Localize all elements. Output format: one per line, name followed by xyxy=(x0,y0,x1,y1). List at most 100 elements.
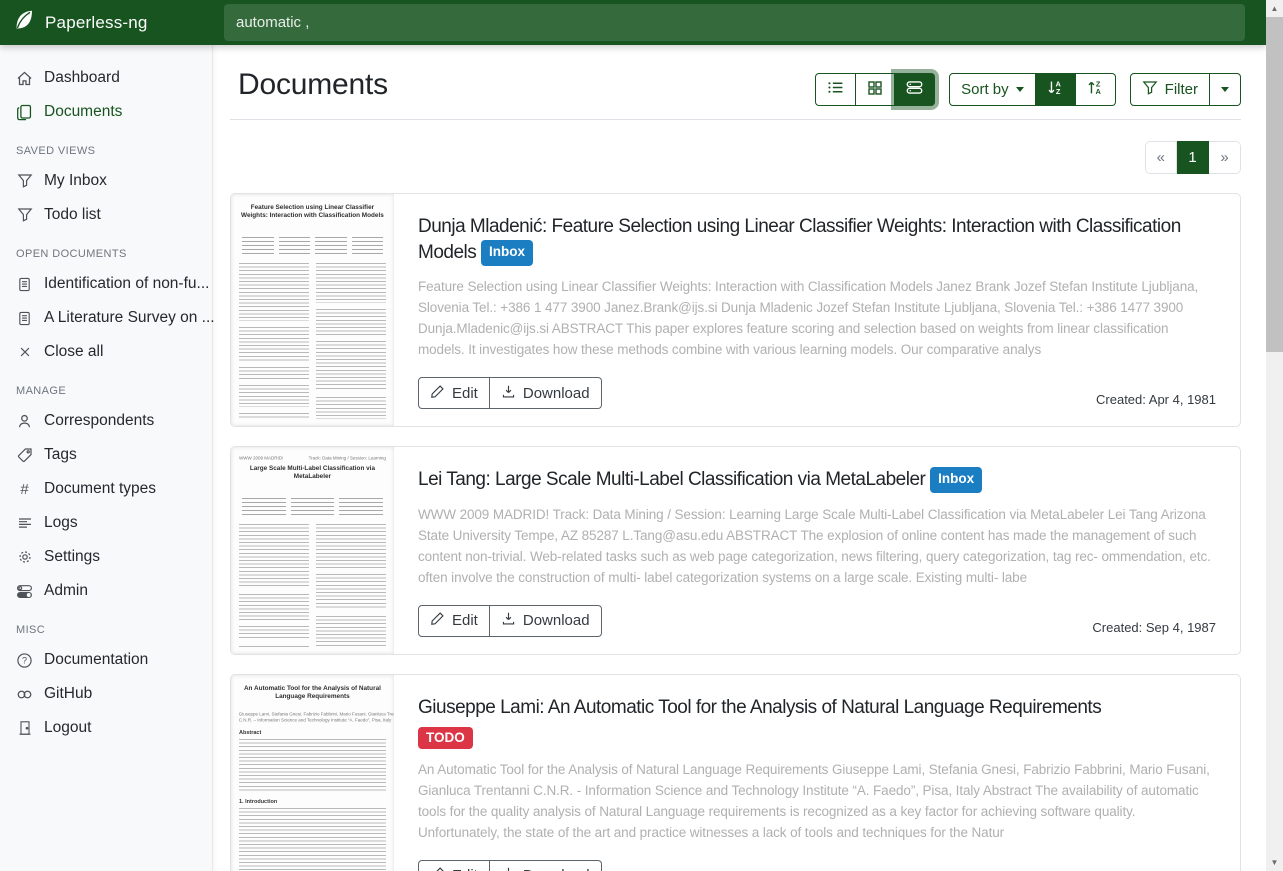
documents-icon xyxy=(16,104,33,121)
document-thumbnail[interactable]: An Automatic Tool for the Analysis of Na… xyxy=(231,675,394,871)
edit-button[interactable]: Edit xyxy=(418,377,490,409)
download-button[interactable]: Download xyxy=(490,605,602,637)
pencil-icon xyxy=(430,611,445,630)
sidebar-item-logs[interactable]: Logs xyxy=(0,506,212,540)
thumbnail-text-lines xyxy=(239,263,386,420)
house-icon xyxy=(16,70,33,87)
view-grid-button[interactable] xyxy=(856,73,895,106)
download-button[interactable]: Download xyxy=(490,377,602,409)
page-header: Documents Sort by xyxy=(230,68,1241,120)
link-icon xyxy=(16,686,33,703)
sidebar-item-admin[interactable]: Admin xyxy=(0,574,212,608)
sidebar-item-settings[interactable]: Settings xyxy=(0,540,212,574)
sidebar-item-label: Logout xyxy=(44,719,91,737)
funnel-icon xyxy=(1142,80,1158,100)
sidebar-item-documents[interactable]: Documents xyxy=(0,95,212,129)
document-excerpt: Feature Selection using Linear Classifie… xyxy=(418,276,1216,360)
thumbnail-header: WWW 2009 MADRID! Track: Data Mining / Se… xyxy=(239,456,386,462)
caret-down-icon xyxy=(1221,87,1229,92)
pagination-row: « 1 » xyxy=(230,141,1241,174)
sidebar-item-correspondents[interactable]: Correspondents xyxy=(0,404,212,438)
sidebar-item-documentation[interactable]: ? Documentation xyxy=(0,643,212,677)
view-details-button[interactable] xyxy=(895,73,935,106)
document-thumbnail[interactable]: WWW 2009 MADRID! Track: Data Mining / Se… xyxy=(231,447,394,653)
document-title[interactable]: Giuseppe Lami: An Automatic Tool for the… xyxy=(418,695,1216,721)
sidebar-item-open-document-2[interactable]: A Literature Survey on ... xyxy=(0,301,212,335)
documents-page: Documents Sort by xyxy=(213,45,1266,871)
sort-descending-button[interactable]: ZA xyxy=(1076,73,1116,106)
document-card-body: Lei Tang: Large Scale Multi-Label Classi… xyxy=(394,447,1240,653)
app-page: Paperless-ng Dashboard Documents SAVED V… xyxy=(0,0,1266,871)
sort-by-button[interactable]: Sort by xyxy=(949,73,1036,106)
pencil-icon xyxy=(430,866,445,871)
sidebar-item-dashboard[interactable]: Dashboard xyxy=(0,61,212,95)
sidebar-item-github[interactable]: GitHub xyxy=(0,677,212,711)
document-actions: Edit Download xyxy=(418,605,602,637)
tag-badge-inbox[interactable]: Inbox xyxy=(930,467,982,493)
filter-label: Filter xyxy=(1165,81,1198,98)
scrollbar-thumb[interactable] xyxy=(1266,17,1283,352)
sidebar-item-tags[interactable]: Tags xyxy=(0,438,212,472)
pagination-next[interactable]: » xyxy=(1209,141,1241,174)
edit-button[interactable]: Edit xyxy=(418,860,490,871)
scrollbar-down-arrow[interactable]: ▼ xyxy=(1266,854,1283,871)
sort-ascending-button[interactable]: AZ xyxy=(1036,73,1076,106)
sidebar-item-label: Documents xyxy=(44,103,122,121)
pagination-page-1[interactable]: 1 xyxy=(1177,141,1209,174)
document-title[interactable]: Dunja Mladenić: Feature Selection using … xyxy=(418,214,1216,266)
download-icon xyxy=(501,866,516,871)
document-title[interactable]: Lei Tang: Large Scale Multi-Label Classi… xyxy=(418,467,1216,493)
person-icon xyxy=(16,413,33,430)
sidebar-item-label: My Inbox xyxy=(44,172,107,190)
svg-text:?: ? xyxy=(22,655,27,665)
download-icon xyxy=(501,384,516,403)
document-excerpt: WWW 2009 MADRID! Track: Data Mining / Se… xyxy=(418,504,1216,588)
sidebar-item-logout[interactable]: Logout xyxy=(0,711,212,745)
grid-view-icon xyxy=(867,80,883,100)
brand-link[interactable]: Paperless-ng xyxy=(0,9,213,36)
sidebar-heading-misc: MISC xyxy=(0,608,212,643)
svg-text:A: A xyxy=(1095,87,1101,96)
document-actions: Edit Download xyxy=(418,377,602,409)
caret-down-icon xyxy=(1016,87,1024,92)
pagination-prev[interactable]: « xyxy=(1145,141,1177,174)
tag-badge-todo[interactable]: TODO xyxy=(418,727,473,749)
sidebar-item-label: A Literature Survey on ... xyxy=(44,309,215,327)
sidebar-item-open-document-1[interactable]: Identification of non-fu... xyxy=(0,267,212,301)
edit-button[interactable]: Edit xyxy=(418,605,490,637)
sidebar-heading-open-documents: OPEN DOCUMENTS xyxy=(0,232,212,267)
document-footer: Edit Download Created: Apr 4, 1981 xyxy=(418,377,1216,409)
thumbnail-affiliation: C.N.R. – Information Science and Technol… xyxy=(239,718,386,721)
sidebar-item-label: Tags xyxy=(44,446,77,464)
thumbnail-title: An Automatic Tool for the Analysis of Na… xyxy=(239,684,386,701)
sidebar-item-label: Dashboard xyxy=(44,69,120,87)
sort-group: Sort by AZ ZA xyxy=(949,73,1116,106)
sort-alpha-down-icon: AZ xyxy=(1047,79,1064,100)
top-navbar: Paperless-ng xyxy=(0,0,1266,45)
sidebar-item-document-types[interactable]: # Document types xyxy=(0,472,212,506)
leaf-logo-icon xyxy=(13,9,35,36)
sidebar-item-todo-list[interactable]: Todo list xyxy=(0,198,212,232)
tag-badge-inbox[interactable]: Inbox xyxy=(481,240,533,266)
download-button[interactable]: Download xyxy=(490,860,602,871)
scrollbar-up-arrow[interactable]: ▲ xyxy=(1266,0,1283,17)
funnel-icon xyxy=(16,173,33,190)
tag-icon xyxy=(16,447,33,464)
sidebar-item-my-inbox[interactable]: My Inbox xyxy=(0,164,212,198)
document-card-body: Giuseppe Lami: An Automatic Tool for the… xyxy=(394,675,1240,871)
sidebar-item-close-all[interactable]: Close all xyxy=(0,335,212,369)
document-excerpt: An Automatic Tool for the Analysis of Na… xyxy=(418,759,1216,843)
document-thumbnail[interactable]: Feature Selection using Linear Classifie… xyxy=(231,194,394,426)
file-text-icon xyxy=(16,310,33,327)
filter-button[interactable]: Filter xyxy=(1130,73,1210,106)
download-icon xyxy=(501,611,516,630)
vertical-scrollbar[interactable]: ▲ ▼ xyxy=(1266,0,1283,871)
filter-dropdown-button[interactable] xyxy=(1210,73,1241,106)
document-actions: Edit Download xyxy=(418,860,602,871)
created-date: Created: Sep 4, 1987 xyxy=(1092,620,1216,637)
view-list-button[interactable] xyxy=(815,73,856,106)
search-input[interactable] xyxy=(224,4,1245,41)
sidebar-item-label: Todo list xyxy=(44,206,101,224)
funnel-icon xyxy=(16,207,33,224)
thumbnail-authors-lines xyxy=(242,237,383,254)
